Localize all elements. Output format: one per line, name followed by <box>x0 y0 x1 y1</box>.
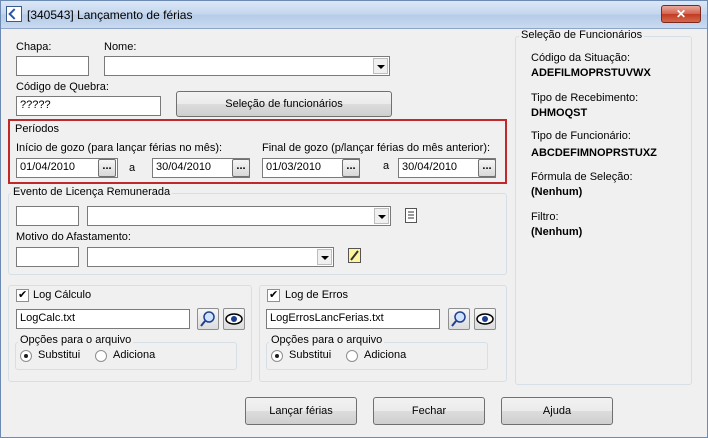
formula-label: Fórmula de Seleção: <box>531 171 633 183</box>
log-calculo-file-field[interactable]: LogCalc.txt <box>16 309 190 329</box>
final-to-value: 30/04/2010 <box>402 161 458 173</box>
final-from-picker-button[interactable]: ... <box>342 159 360 177</box>
log-calculo-options-title: Opções para o arquivo <box>18 334 134 346</box>
eye-icon <box>225 313 243 325</box>
eye-icon <box>476 313 494 325</box>
log-calculo-checkbox[interactable] <box>16 288 29 302</box>
selecao-funcionarios-button[interactable]: Seleção de funcionários <box>176 91 392 117</box>
inicio-from-picker-button[interactable]: ... <box>98 159 116 177</box>
title-bar: [340543] Lançamento de férias ✕ <box>1 1 707 29</box>
inicio-range-sep: a <box>129 162 136 174</box>
chevron-down-icon[interactable] <box>373 58 388 74</box>
filtro-label: Filtro: <box>531 211 559 223</box>
log-calculo-label: Log Cálculo <box>33 289 92 301</box>
magnifier-icon <box>451 311 466 327</box>
chapa-label: Chapa: <box>16 41 52 53</box>
document-list-icon[interactable] <box>404 207 419 224</box>
chevron-down-icon[interactable] <box>374 208 389 224</box>
log-calculo-adiciona-radio[interactable] <box>95 350 107 362</box>
chapa-field[interactable] <box>16 56 89 76</box>
log-erros-adiciona-label: Adiciona <box>364 349 407 361</box>
evento-dropdown[interactable] <box>87 206 391 226</box>
codigo-quebra-field[interactable]: ????? <box>16 96 161 116</box>
nome-dropdown[interactable] <box>104 56 390 76</box>
log-erros-adiciona-radio[interactable] <box>346 350 358 362</box>
log-calculo-adiciona-label: Adiciona <box>113 349 156 361</box>
codigo-quebra-label: Código de Quebra: <box>16 81 109 93</box>
motivo-label: Motivo do Afastamento: <box>16 231 131 243</box>
tipo-funcionario-value: ABCDEFIMNOPRSTUXZ <box>531 147 657 159</box>
inicio-from-value: 01/04/2010 <box>20 161 76 173</box>
view-file-button[interactable] <box>223 308 245 330</box>
final-from-value: 01/03/2010 <box>266 161 322 173</box>
main-window: [340543] Lançamento de férias ✕ Chapa: N… <box>0 0 708 438</box>
magnifier-icon <box>200 311 215 327</box>
browse-file-button[interactable] <box>197 308 219 330</box>
edit-note-icon[interactable] <box>347 247 363 264</box>
close-button[interactable]: ✕ <box>661 5 701 23</box>
log-erros-file-field[interactable]: LogErrosLancFerias.txt <box>266 309 440 329</box>
lancar-ferias-button[interactable]: Lançar férias <box>245 397 357 425</box>
inicio-gozo-label: Início de gozo (para lançar férias no mê… <box>16 142 223 154</box>
codigo-situacao-label: Código da Situação: <box>531 52 631 64</box>
final-range-sep: a <box>383 160 390 172</box>
motivo-code-field[interactable] <box>16 247 79 267</box>
log-erros-checkbox[interactable] <box>267 288 280 302</box>
formula-value: (Nenhum) <box>531 186 583 198</box>
evento-title: Evento de Licença Remunerada <box>11 186 173 198</box>
final-gozo-label: Final de gozo (p/lançar férias do mês an… <box>262 142 491 154</box>
ajuda-button[interactable]: Ajuda <box>501 397 613 425</box>
tipo-funcionario-label: Tipo de Funcionário: <box>531 130 631 142</box>
inicio-to-value: 30/04/2010 <box>156 161 212 173</box>
log-erros-substitui-radio[interactable] <box>271 350 283 362</box>
periodos-title: Períodos <box>15 123 60 135</box>
window-title: [340543] Lançamento de férias <box>27 8 193 22</box>
log-erros-label: Log de Erros <box>285 289 348 301</box>
browse-file-button[interactable] <box>448 308 470 330</box>
final-to-picker-button[interactable]: ... <box>478 159 496 177</box>
filtro-value: (Nenhum) <box>531 226 583 238</box>
motivo-dropdown[interactable] <box>87 247 334 267</box>
tipo-recebimento-label: Tipo de Recebimento: <box>531 92 639 104</box>
log-erros-substitui-label: Substitui <box>289 349 332 361</box>
log-calculo-substitui-radio[interactable] <box>20 350 32 362</box>
app-icon <box>6 6 22 22</box>
selecao-panel-title: Seleção de Funcionários <box>519 29 645 41</box>
chevron-down-icon[interactable] <box>317 249 332 265</box>
evento-code-field[interactable] <box>16 206 79 226</box>
view-file-button[interactable] <box>474 308 496 330</box>
codigo-situacao-value: ADEFILMOPRSTUVWX <box>531 67 651 79</box>
nome-label: Nome: <box>104 41 137 53</box>
tipo-recebimento-value: DHMOQST <box>531 107 588 119</box>
fechar-button[interactable]: Fechar <box>373 397 485 425</box>
log-erros-options-title: Opções para o arquivo <box>269 334 385 346</box>
log-calculo-substitui-label: Substitui <box>38 349 81 361</box>
inicio-to-picker-button[interactable]: ... <box>232 159 250 177</box>
